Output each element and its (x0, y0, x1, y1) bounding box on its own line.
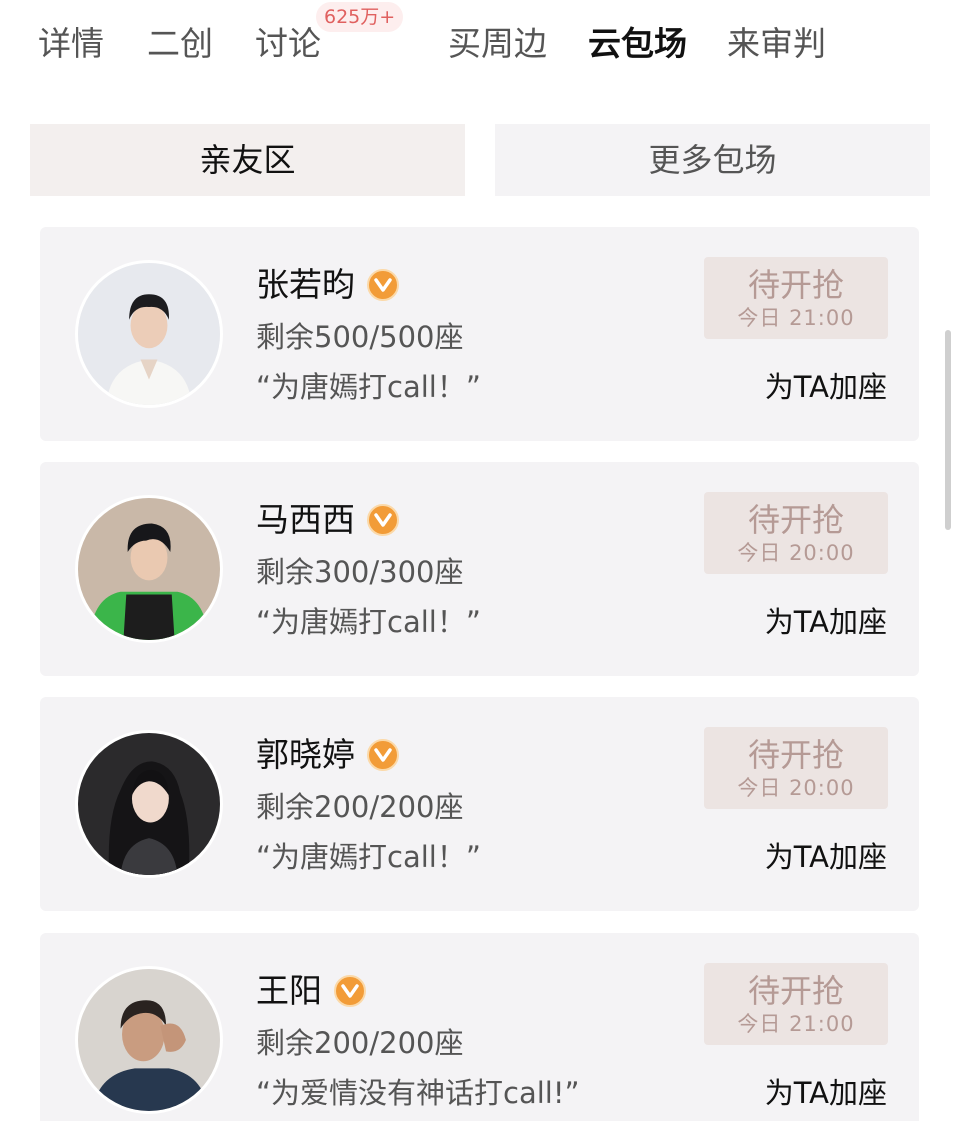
screening-card: 马西西 剩余300/300座 “为唐嫣打call！” 待开抢 今日 20:00 … (40, 462, 919, 676)
avatar-image (78, 969, 220, 1111)
screening-card: 王阳 剩余200/200座 “为爱情没有神话打call!” 待开抢 今日 21:… (40, 933, 919, 1121)
host-name: 王阳 (256, 971, 322, 1010)
host-name: 郭晓婷 (256, 735, 355, 774)
verified-v-icon (367, 739, 399, 771)
grab-button-label: 待开抢 (747, 501, 844, 539)
grab-button-label: 待开抢 (747, 736, 844, 774)
grab-start-time: 今日 21:00 (737, 1012, 855, 1036)
seat-count: 剩余300/300座 (256, 555, 464, 589)
pending-grab-button[interactable]: 待开抢 今日 20:00 (704, 492, 888, 574)
screening-card: 张若昀 剩余500/500座 “为唐嫣打call！” 待开抢 今日 21:00 … (40, 227, 919, 441)
screening-card: 郭晓婷 剩余200/200座 “为唐嫣打call！” 待开抢 今日 20:00 … (40, 697, 919, 911)
top-tab-bar: 详情 二创 讨论 625万+ 买周边 云包场 来审判 (0, 0, 960, 100)
support-message: “为唐嫣打call！” (256, 605, 481, 639)
avatar-image (78, 263, 220, 405)
tab-fan-creations[interactable]: 二创 (147, 22, 213, 66)
tab-details[interactable]: 详情 (38, 22, 104, 66)
add-seat-link[interactable]: 为TA加座 (765, 1073, 887, 1113)
support-message: “为唐嫣打call！” (256, 370, 481, 404)
grab-button-label: 待开抢 (747, 266, 844, 304)
seat-count: 剩余200/200座 (256, 790, 464, 824)
host-name: 张若昀 (256, 265, 355, 304)
segment-friends[interactable]: 亲友区 (30, 124, 465, 196)
tab-cloud-screening[interactable]: 云包场 (588, 22, 687, 66)
seat-count: 剩余200/200座 (256, 1026, 464, 1060)
discussion-count-badge: 625万+ (316, 2, 404, 32)
add-seat-link[interactable]: 为TA加座 (765, 367, 887, 407)
grab-button-label: 待开抢 (747, 972, 844, 1010)
add-seat-link[interactable]: 为TA加座 (765, 602, 887, 642)
grab-start-time: 今日 20:00 (737, 541, 855, 565)
seat-count: 剩余500/500座 (256, 320, 464, 354)
verified-v-icon (334, 975, 366, 1007)
tab-judge[interactable]: 来审判 (727, 22, 826, 66)
scrollbar[interactable] (945, 330, 951, 530)
support-message: “为唐嫣打call！” (256, 840, 481, 874)
segment-more-screenings[interactable]: 更多包场 (495, 124, 930, 196)
verified-v-icon (367, 504, 399, 536)
grab-start-time: 今日 20:00 (737, 776, 855, 800)
avatar[interactable] (75, 495, 223, 643)
avatar-image (78, 733, 220, 875)
avatar[interactable] (75, 260, 223, 408)
pending-grab-button[interactable]: 待开抢 今日 20:00 (704, 727, 888, 809)
tab-merchandise[interactable]: 买周边 (448, 22, 547, 66)
avatar[interactable] (75, 730, 223, 878)
avatar[interactable] (75, 966, 223, 1114)
page: 详情 二创 讨论 625万+ 买周边 云包场 来审判 亲友区 更多包场 张若昀 … (0, 0, 960, 1121)
grab-start-time: 今日 21:00 (737, 306, 855, 330)
avatar-image (78, 498, 220, 640)
verified-v-icon (367, 269, 399, 301)
pending-grab-button[interactable]: 待开抢 今日 21:00 (704, 963, 888, 1045)
add-seat-link[interactable]: 为TA加座 (765, 837, 887, 877)
support-message: “为爱情没有神话打call!” (256, 1076, 580, 1110)
tab-discussion[interactable]: 讨论 (255, 22, 321, 66)
host-name: 马西西 (256, 500, 355, 539)
pending-grab-button[interactable]: 待开抢 今日 21:00 (704, 257, 888, 339)
